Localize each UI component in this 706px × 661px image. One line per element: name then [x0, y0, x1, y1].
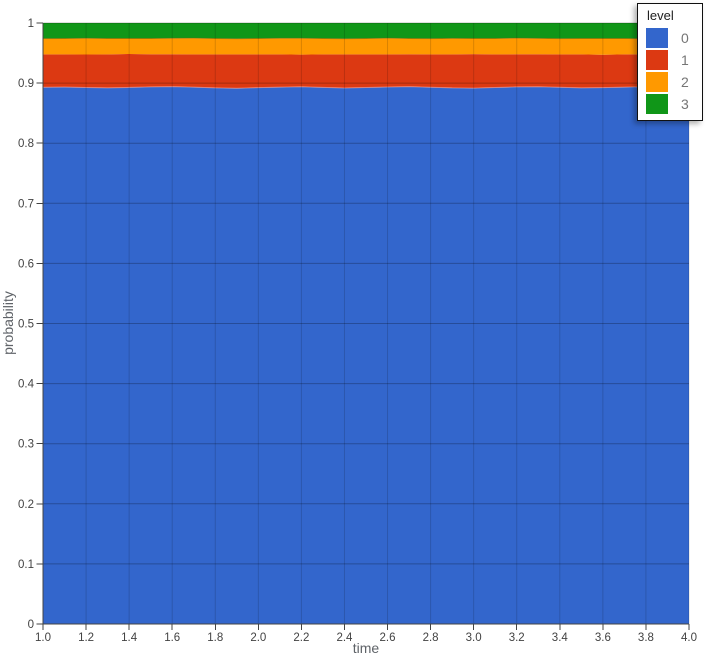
- stacked-area-chart: 0 0.1 0.2 0.3 0.4 0.5 0.6 0.7 0.8 0.9 1 1.0 1.2 1.4 1.…: [0, 0, 706, 661]
- y-tick-label: 0.3: [18, 439, 34, 451]
- y-tick-label: 0.4: [18, 379, 35, 391]
- legend-item-label: 1: [681, 50, 689, 70]
- area-level-0: [43, 87, 689, 624]
- legend-title: level: [647, 8, 702, 23]
- area-boundary-line: [43, 38, 689, 39]
- x-tick-label: 2.2: [293, 632, 309, 644]
- x-tick-label: 2.0: [250, 632, 266, 644]
- x-tick-label: 2.8: [423, 632, 439, 644]
- y-tick-label: 1: [28, 18, 34, 30]
- x-axis-title: time: [353, 640, 380, 656]
- x-tick-label: 1.0: [35, 632, 51, 644]
- x-tick-label: 3.2: [509, 632, 525, 644]
- legend-item-label: 2: [681, 72, 689, 92]
- x-tick-label: 1.8: [207, 632, 223, 644]
- legend-item-level-0: 0: [646, 27, 702, 48]
- legend-item-level-3: 3: [646, 93, 702, 114]
- y-tick-label: 0.8: [18, 138, 34, 150]
- legend-swatch-level-0: [646, 28, 668, 48]
- x-tick-label: 1.6: [164, 632, 180, 644]
- y-tick-label: 0: [28, 619, 34, 631]
- x-tick-label: 3.8: [638, 632, 654, 644]
- x-tick-label: 3.6: [595, 632, 611, 644]
- x-tick-label: 3.4: [552, 632, 569, 644]
- x-tick-label: 3.0: [466, 632, 482, 644]
- y-axis-title: probability: [0, 291, 16, 355]
- y-tick-label: 0.7: [18, 198, 34, 210]
- legend-item-label: 0: [681, 28, 689, 48]
- legend-item-level-1: 1: [646, 49, 702, 70]
- x-tick-label: 1.4: [121, 632, 138, 644]
- legend-swatch-level-3: [646, 94, 668, 114]
- chart-container: 0 0.1 0.2 0.3 0.4 0.5 0.6 0.7 0.8 0.9 1 1.0 1.2 1.4 1.…: [0, 0, 706, 661]
- x-tick-label: 4.0: [681, 632, 697, 644]
- x-tick-label: 2.4: [336, 632, 353, 644]
- x-tick-label: 1.2: [78, 632, 94, 644]
- y-tick-label: 0.2: [18, 499, 34, 511]
- y-tick-label: 0.5: [18, 319, 34, 331]
- area-level-2: [43, 38, 689, 55]
- legend-item-label: 3: [681, 94, 689, 114]
- legend-swatch-level-1: [646, 50, 668, 70]
- y-tick-label: 0.6: [18, 258, 34, 270]
- y-tick-label: 0.9: [18, 78, 34, 90]
- legend-swatch-level-2: [646, 72, 668, 92]
- legend-item-level-2: 2: [646, 71, 702, 92]
- x-tick-label: 2.6: [380, 632, 396, 644]
- area-level-3: [43, 23, 689, 39]
- legend: level 0 1 2 3: [637, 3, 703, 121]
- y-tick-label: 0.1: [18, 559, 34, 571]
